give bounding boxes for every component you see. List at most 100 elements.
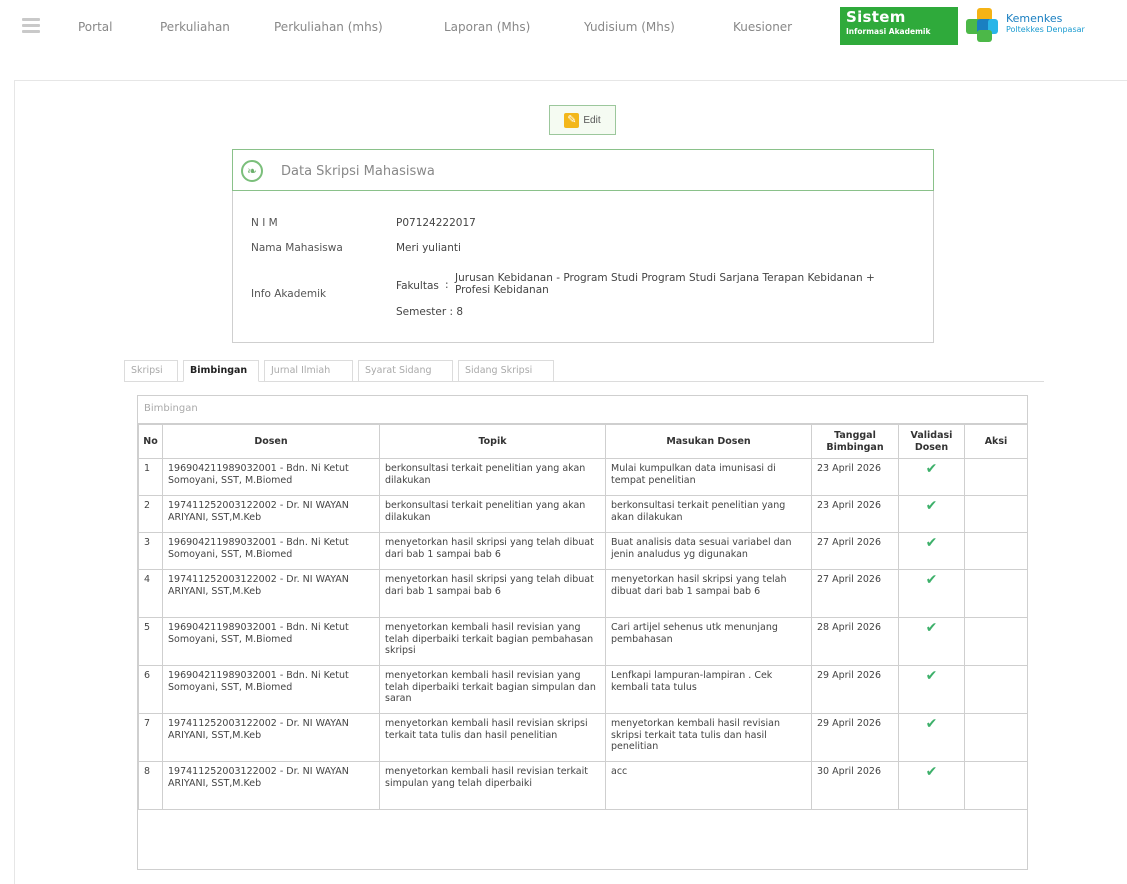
table-row: 3 196904211989032001 - Bdn. Ni Ketut Somo… [138,532,1028,570]
cell-tanggal: 30 April 2026 [811,761,899,810]
nim-value: P07124222017 [396,217,476,229]
cell-topik: menyetorkan hasil skripsi yang telah dib… [379,569,606,618]
cell-aksi [964,569,1028,618]
panel-header: ❧ Data Skripsi Mahasiswa [232,149,934,191]
cell-topik: berkonsultasi terkait penelitian yang ak… [379,458,606,496]
table-row: 2 197411252003122002 - Dr. NI WAYAN ARIYA… [138,495,1028,533]
header-topik: Topik [379,424,606,459]
table-row: 4 197411252003122002 - Dr. NI WAYAN ARIYA… [138,569,1028,618]
table-row: 6 196904211989032001 - Bdn. Ni Ketut Somo… [138,665,1028,714]
cell-masukan-dosen: Mulai kumpulkan data imunisasi di tempat… [605,458,812,496]
semester-value: Semester : 8 [396,306,464,318]
cell-topik: menyetorkan kembali hasil revisian yang … [379,665,606,714]
panel-body: N I M P07124222017 Nama Mahasiswa Meri y… [232,191,934,343]
cell-validasi-check-icon: ✔ [898,495,965,533]
cell-topik: menyetorkan kembali hasil revisian terka… [379,761,606,810]
panel-title: Data Skripsi Mahasiswa [281,164,435,179]
cell-masukan-dosen: Lenfkapi lampuran-lampiran . Cek kembali… [605,665,812,714]
cell-masukan-dosen: menyetorkan kembali hasil revisian skrip… [605,713,812,762]
menu-icon[interactable] [22,18,40,38]
cell-validasi-check-icon: ✔ [898,569,965,618]
fakultas-value: Jurusan Kebidanan - Program Studi Progra… [455,272,875,296]
cell-no: 3 [138,532,163,570]
table-row: 8 197411252003122002 - Dr. NI WAYAN ARIYA… [138,761,1028,810]
cell-no: 6 [138,665,163,714]
header-masukan-dosen: Masukan Dosen [605,424,812,459]
cell-validasi-check-icon: ✔ [898,713,965,762]
cell-masukan-dosen: menyetorkan hasil skripsi yang telah dib… [605,569,812,618]
tabs-divider [124,381,1044,382]
fakultas-separator: : [445,279,449,291]
header-validasi-dosen: Validasi Dosen [898,424,965,459]
cell-dosen: 197411252003122002 - Dr. NI WAYAN ARIYAN… [162,761,380,810]
tab-syarat-sidang[interactable]: Syarat Sidang [358,360,453,382]
cell-tanggal: 29 April 2026 [811,713,899,762]
kemenkes-subtitle: Poltekkes Denpasar [1006,25,1085,34]
cell-aksi [964,532,1028,570]
nim-label: N I M [251,217,278,229]
nav-perkuliahan[interactable]: Perkuliahan [160,20,230,34]
cell-topik: menyetorkan hasil skripsi yang telah dib… [379,532,606,570]
table-header-row: No Dosen Topik Masukan Dosen Tanggal Bim… [138,424,1028,459]
nama-mahasiswa-label: Nama Mahasiswa [251,242,343,254]
header-tanggal-bimbingan: Tanggal Bimbingan [811,424,899,459]
cell-tanggal: 23 April 2026 [811,495,899,533]
cell-tanggal: 23 April 2026 [811,458,899,496]
nav-portal[interactable]: Portal [78,20,112,34]
cell-no: 4 [138,569,163,618]
cell-aksi [964,761,1028,810]
cell-masukan-dosen: Cari artijel sehenus utk menunjang pemba… [605,617,812,666]
tab-bimbingan[interactable]: Bimbingan [183,360,259,382]
edit-button-label: Edit [583,114,601,126]
cell-aksi [964,458,1028,496]
cell-aksi [964,665,1028,714]
tab-jurnal-ilmiah[interactable]: Jurnal Ilmiah [264,360,353,382]
cell-masukan-dosen: berkonsultasi terkait penelitian yang ak… [605,495,812,533]
brand-sistem-title: Sistem [846,8,906,26]
tab-skripsi[interactable]: Skripsi [124,360,178,382]
table-row: 5 196904211989032001 - Bdn. Ni Ketut Somo… [138,617,1028,666]
leaf-icon: ❧ [241,160,263,182]
cell-masukan-dosen: Buat analisis data sesuai variabel dan j… [605,532,812,570]
cell-aksi [964,713,1028,762]
cell-no: 8 [138,761,163,810]
bimbingan-table-container: Bimbingan No Dosen Topik Masukan Dosen T… [137,395,1028,870]
cell-aksi [964,495,1028,533]
nav-kuesioner[interactable]: Kuesioner [733,20,792,34]
nav-laporan-mhs[interactable]: Laporan (Mhs) [444,20,530,34]
cell-no: 1 [138,458,163,496]
cell-no: 7 [138,713,163,762]
pencil-icon: ✎ [564,112,580,128]
data-skripsi-panel: ❧ Data Skripsi Mahasiswa N I M P07124222… [232,149,934,343]
cell-topik: berkonsultasi terkait penelitian yang ak… [379,495,606,533]
cell-dosen: 196904211989032001 - Bdn. Ni Ketut Somoy… [162,665,380,714]
bimbingan-caption: Bimbingan [138,396,1027,424]
header-aksi: Aksi [964,424,1028,459]
header-no: No [138,424,163,459]
cell-dosen: 197411252003122002 - Dr. NI WAYAN ARIYAN… [162,495,380,533]
cell-dosen: 197411252003122002 - Dr. NI WAYAN ARIYAN… [162,569,380,618]
sistem-informasi-akademik-logo: Sistem Informasi Akademik [840,7,958,45]
info-akademik-label: Info Akademik [251,288,327,300]
bimbingan-table: No Dosen Topik Masukan Dosen Tanggal Bim… [138,424,1028,810]
tab-sidang-skripsi[interactable]: Sidang Skripsi [458,360,554,382]
cell-tanggal: 27 April 2026 [811,532,899,570]
cell-dosen: 196904211989032001 - Bdn. Ni Ketut Somoy… [162,458,380,496]
header-dosen: Dosen [162,424,380,459]
cell-validasi-check-icon: ✔ [898,761,965,810]
cell-topik: menyetorkan kembali hasil revisian yang … [379,617,606,666]
kemenkes-logo: Kemenkes Poltekkes Denpasar [966,6,1126,46]
cell-tanggal: 29 April 2026 [811,665,899,714]
cell-validasi-check-icon: ✔ [898,458,965,496]
table-row: 7 197411252003122002 - Dr. NI WAYAN ARIYA… [138,713,1028,762]
brand-sistem-subtitle: Informasi Akademik [846,27,931,36]
edit-button[interactable]: ✎ Edit [549,105,616,135]
top-navigation: Portal Perkuliahan Perkuliahan (mhs) Lap… [0,0,1127,60]
table-row: 1 196904211989032001 - Bdn. Ni Ketut Somo… [138,458,1028,496]
cell-masukan-dosen: acc [605,761,812,810]
cell-validasi-check-icon: ✔ [898,665,965,714]
nav-yudisium-mhs[interactable]: Yudisium (Mhs) [584,20,675,34]
cell-no: 2 [138,495,163,533]
kemenkes-emblem-icon [966,8,1002,44]
nav-perkuliahan-mhs[interactable]: Perkuliahan (mhs) [274,20,383,34]
